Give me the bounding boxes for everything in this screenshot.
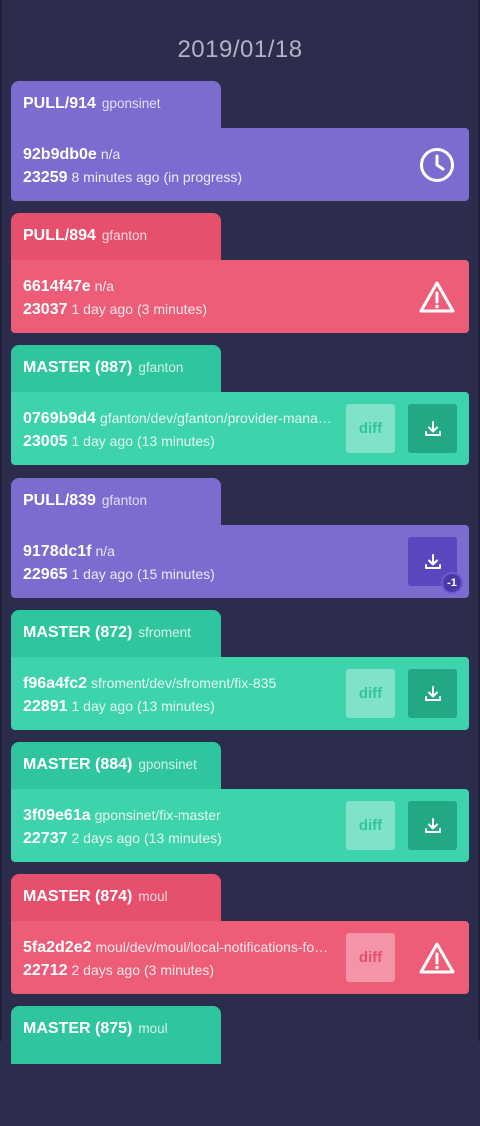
build-duration: (13 minutes) — [144, 830, 222, 846]
build-item[interactable]: MASTER (887) gfanton 0769b9d4 gfanton/dev/g… — [11, 345, 469, 465]
build-duration: (15 minutes) — [137, 566, 215, 582]
commit-hash[interactable]: 3f09e61a — [23, 807, 91, 824]
warning-icon — [419, 279, 455, 315]
build-item[interactable]: PULL/839 gfanton 9178dc1f n/a 22965 1 day ago… — [11, 478, 469, 598]
build-duration: (3 minutes) — [144, 962, 215, 978]
build-item[interactable]: MASTER (884) gponsinet 3f09e61a gponsinet/f… — [11, 742, 469, 862]
build-author: gponsinet — [138, 757, 197, 772]
commit-hash[interactable]: f96a4fc2 — [23, 675, 87, 692]
build-time: 2 days ago — [71, 962, 141, 978]
build-duration: (in progress) — [163, 169, 243, 185]
left-edge — [0, 0, 2, 1041]
build-time: 1 day ago — [71, 301, 134, 317]
build-number: 22965 — [23, 566, 68, 583]
build-author: gfanton — [101, 228, 147, 243]
commit-hash[interactable]: 5fa2d2e2 — [23, 939, 92, 956]
commit-hash[interactable]: 92b9db0e — [23, 146, 97, 163]
download-badge: -1 — [441, 572, 463, 594]
build-title: MASTER (874) — [23, 888, 133, 905]
diff-button[interactable]: diff — [346, 669, 395, 718]
diff-button[interactable]: diff — [346, 404, 395, 453]
build-tab[interactable]: MASTER (875) moul — [11, 1006, 221, 1064]
download-button[interactable]: -1 — [408, 537, 463, 594]
build-title: MASTER (884) — [23, 756, 133, 773]
build-title: PULL/839 — [23, 492, 96, 509]
build-time: 1 day ago — [71, 433, 134, 449]
build-item[interactable]: PULL/894 gfanton 6614f47e n/a 23037 1 day ago… — [11, 213, 469, 333]
download-icon — [423, 684, 443, 704]
build-title: MASTER (872) — [23, 624, 133, 641]
build-duration: (13 minutes) — [137, 698, 215, 714]
build-card[interactable]: 0769b9d4 gfanton/dev/gfanton/provider-man… — [11, 392, 469, 465]
build-card[interactable]: 92b9db0e n/a 23259 8 minutes ago (in progres… — [11, 128, 469, 201]
build-title: MASTER (887) — [23, 359, 133, 376]
build-duration: (13 minutes) — [137, 433, 215, 449]
branch-name: n/a — [94, 278, 115, 294]
branch-name: gfanton/dev/gfanton/provider-manager — [99, 410, 336, 426]
branch-name: gponsinet/fix-master — [94, 807, 221, 823]
build-time: 2 days ago — [71, 830, 141, 846]
diff-button[interactable]: diff — [346, 801, 395, 850]
build-author: moul — [138, 889, 168, 904]
build-number: 23037 — [23, 301, 68, 318]
build-card[interactable]: 5fa2d2e2 moul/dev/moul/local-notification… — [11, 921, 469, 994]
build-number: 22891 — [23, 698, 68, 715]
build-item[interactable]: PULL/914 gponsinet 92b9db0e n/a 23259 8 minut… — [11, 81, 469, 201]
download-icon — [423, 419, 443, 439]
build-author: sfroment — [138, 625, 191, 640]
branch-name: sfroment/dev/sfroment/fix-835 — [91, 675, 277, 691]
build-title: MASTER (875) — [23, 1020, 133, 1037]
build-number: 22737 — [23, 830, 68, 847]
download-button[interactable] — [408, 669, 457, 718]
download-icon — [423, 552, 443, 572]
build-time: 1 day ago — [71, 698, 134, 714]
build-card[interactable]: f96a4fc2 sfroment/dev/sfroment/fix-835 228… — [11, 657, 469, 730]
build-author: moul — [138, 1021, 168, 1036]
build-card[interactable]: 6614f47e n/a 23037 1 day ago (3 minutes) — [11, 260, 469, 333]
build-item[interactable]: MASTER (875) moul — [11, 1006, 469, 1126]
download-button[interactable] — [408, 801, 457, 850]
build-number: 23005 — [23, 433, 68, 450]
date-heading: 2019/01/18 — [177, 36, 303, 63]
download-icon — [423, 816, 443, 836]
branch-name: moul/dev/moul/local-notifications-for-..… — [95, 939, 332, 955]
warning-icon — [419, 940, 455, 976]
commit-hash[interactable]: 0769b9d4 — [23, 410, 96, 427]
download-button[interactable] — [408, 404, 457, 453]
build-time: 8 minutes ago — [71, 169, 160, 185]
build-card[interactable]: 9178dc1f n/a 22965 1 day ago (15 minutes) -1 — [11, 525, 469, 598]
build-time: 1 day ago — [71, 566, 134, 582]
build-author: gponsinet — [101, 96, 161, 111]
build-duration: (3 minutes) — [137, 301, 208, 317]
commit-hash[interactable]: 9178dc1f — [23, 543, 92, 560]
build-number: 22712 — [23, 962, 68, 979]
clock-icon — [419, 147, 455, 183]
build-number: 23259 — [23, 169, 68, 186]
build-author: gfanton — [101, 493, 147, 508]
branch-name: n/a — [100, 146, 121, 162]
build-item[interactable]: MASTER (874) moul 5fa2d2e2 moul/dev/moul/lo… — [11, 874, 469, 994]
build-author: gfanton — [138, 360, 184, 375]
build-item[interactable]: MASTER (872) sfroment f96a4fc2 sfroment/dev… — [11, 610, 469, 730]
diff-button[interactable]: diff — [346, 933, 395, 982]
build-title: PULL/894 — [23, 227, 96, 244]
branch-name: n/a — [95, 543, 115, 559]
build-title: PULL/914 — [23, 95, 96, 112]
commit-hash[interactable]: 6614f47e — [23, 278, 91, 295]
build-card[interactable]: 3f09e61a gponsinet/fix-master 22737 2 days … — [11, 789, 469, 862]
